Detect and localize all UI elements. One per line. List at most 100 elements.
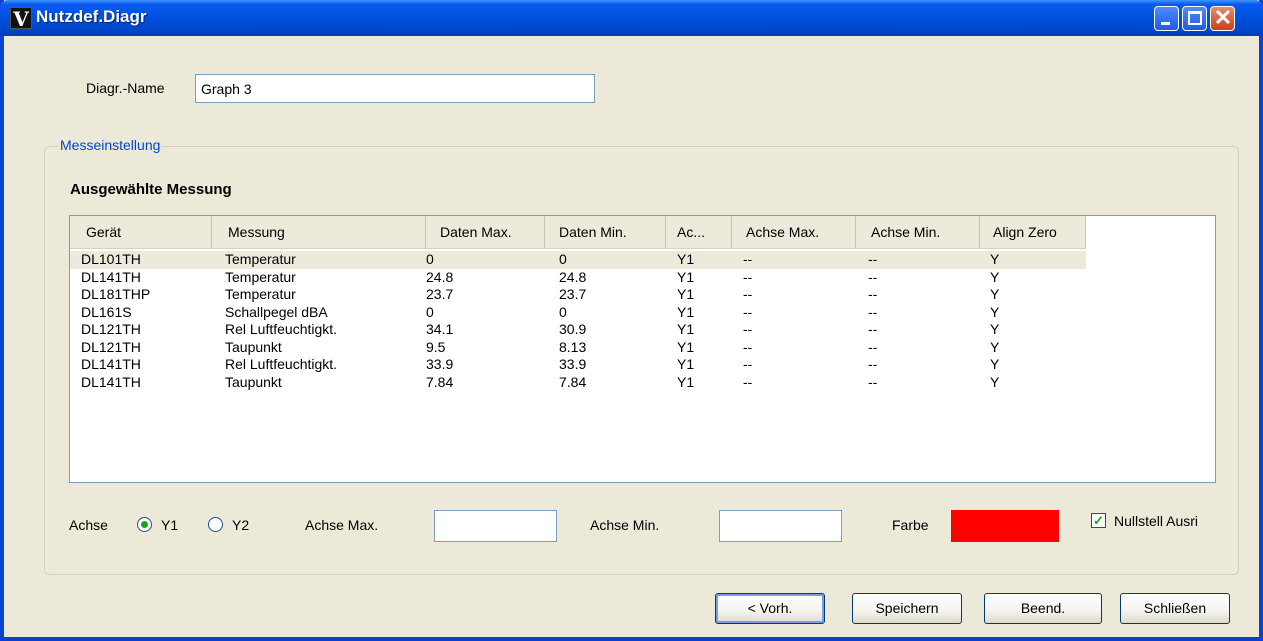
title-bar[interactable]: V Nutzdef.Diagr ✕ [0,0,1263,36]
previous-button[interactable]: < Vorh. [715,593,825,624]
column-header-device[interactable]: Gerät [70,216,212,248]
finish-button[interactable]: Beend. [984,593,1102,624]
table-row[interactable]: DL121TH Rel Luftfeuchtigkt. 34.1 30.9 Y1 -- --… [70,321,1215,339]
cell-measurement: Temperatur [225,251,296,267]
table-row[interactable]: DL121TH Taupunkt 9.5 8.13 Y1 -- -- Y [70,338,1215,357]
column-header-axis[interactable]: Ac... [666,216,732,248]
cell-data-max: 7.84 [426,373,454,390]
color-label: Farbe [892,517,929,533]
table-row[interactable]: DL161S Schallpegel dBA 0 0 Y1 -- -- Y [70,303,1215,322]
cell-align-zero: Y [990,338,1000,355]
cell-axis-max: -- [743,268,753,285]
cell-axis-max: -- [743,251,753,267]
cell-device: DL101TH [81,251,141,267]
cell-axis: Y1 [677,286,695,302]
cell-align-zero: Y [990,356,1000,372]
cell-measurement: Rel Luftfeuchtigkt. [225,321,338,337]
cell-device: DL141TH [81,373,141,390]
cell-data-min: 23.7 [559,286,587,302]
axis-y1-label[interactable]: Y1 [161,517,178,533]
cell-measurement: Taupunkt [225,373,282,390]
cell-axis: Y1 [677,356,695,372]
diagram-name-label: Diagr.-Name [86,80,165,96]
cell-device: DL161S [81,303,132,320]
align-zero-checkbox[interactable]: ✓ [1091,513,1106,528]
checkmark-icon: ✓ [1093,513,1104,528]
column-header-axis-max[interactable]: Achse Max. [732,216,856,248]
cell-axis-max: -- [743,303,753,320]
cell-axis: Y1 [677,338,695,355]
cell-axis: Y1 [677,373,695,390]
column-header-data-max[interactable]: Daten Max. [426,216,545,248]
cell-data-max: 33.9 [426,356,454,372]
cell-axis-max: -- [743,338,753,355]
color-swatch[interactable] [951,510,1059,542]
axis-y1-radio[interactable] [137,517,152,532]
cell-measurement: Temperatur [225,268,296,285]
minimize-icon [1161,22,1170,25]
cell-axis-max: -- [743,321,753,337]
table-row[interactable]: DL101TH Temperatur 0 0 Y1 -- -- Y [70,251,1086,269]
list-body: DL101TH Temperatur 0 0 Y1 -- -- Y DL141TH Tempera… [70,251,1215,392]
column-header-align-zero[interactable]: Align Zero [980,216,1086,248]
cell-data-max: 0 [426,303,434,320]
axis-y2-label[interactable]: Y2 [232,517,249,533]
cell-data-min: 8.13 [559,338,587,355]
measurement-list[interactable]: Gerät Messung Daten Max. Daten Min. Ac..… [69,215,1216,483]
cell-axis-min: -- [868,286,878,302]
cell-data-max: 9.5 [426,338,446,355]
cell-axis-min: -- [868,356,878,372]
cell-axis-min: -- [868,321,878,337]
cell-data-max: 34.1 [426,321,454,337]
axis-max-input[interactable] [434,510,557,542]
axis-min-input[interactable] [719,510,842,542]
window-title: Nutzdef.Diagr [36,7,147,26]
cell-axis: Y1 [677,251,695,267]
list-header: Gerät Messung Daten Max. Daten Min. Ac..… [70,216,1086,249]
table-row[interactable]: DL141TH Rel Luftfeuchtigkt. 33.9 33.9 Y1 -- --… [70,356,1215,374]
close-icon: ✕ [1213,5,1233,30]
cell-align-zero: Y [990,303,1000,320]
maximize-icon [1188,11,1202,25]
app-logo-icon: V [10,7,32,30]
cell-axis-min: -- [868,373,878,390]
column-header-measurement[interactable]: Messung [212,216,426,248]
cell-data-min: 7.84 [559,373,587,390]
maximize-button[interactable] [1182,6,1207,31]
diagram-name-input[interactable] [195,74,595,103]
cell-data-max: 0 [426,251,434,267]
cell-align-zero: Y [990,251,1000,267]
cell-measurement: Taupunkt [225,338,282,355]
axis-min-label: Achse Min. [590,517,660,533]
cell-axis-max: -- [743,286,753,302]
cell-device: DL121TH [81,321,141,337]
close-window-button[interactable]: ✕ [1210,6,1235,31]
table-row[interactable]: DL181THP Temperatur 23.7 23.7 Y1 -- -- Y [70,286,1215,304]
cell-axis: Y1 [677,321,695,337]
cell-device: DL141TH [81,356,141,372]
cell-device: DL141TH [81,268,141,285]
column-header-axis-min[interactable]: Achse Min. [856,216,980,248]
minimize-button[interactable] [1154,6,1179,31]
cell-data-min: 30.9 [559,321,587,337]
cell-axis-min: -- [868,303,878,320]
cell-axis-max: -- [743,356,753,372]
cell-data-min: 24.8 [559,268,587,285]
axis-max-label: Achse Max. [305,517,379,533]
table-row[interactable]: DL141TH Taupunkt 7.84 7.84 Y1 -- -- Y [70,373,1215,392]
save-button[interactable]: Speichern [852,593,962,624]
table-row[interactable]: DL141TH Temperatur 24.8 24.8 Y1 -- -- Y [70,268,1215,287]
column-header-data-min[interactable]: Daten Min. [545,216,666,248]
cell-data-min: 0 [559,251,567,267]
close-button[interactable]: Schließen [1120,593,1230,624]
cell-data-max: 24.8 [426,268,454,285]
cell-measurement: Rel Luftfeuchtigkt. [225,356,338,372]
cell-measurement: Schallpegel dBA [225,303,328,320]
cell-axis-min: -- [868,338,878,355]
cell-axis: Y1 [677,268,695,285]
align-zero-label[interactable]: Nullstell Ausri [1114,513,1198,529]
axis-y2-radio[interactable] [208,517,223,532]
cell-align-zero: Y [990,268,1000,285]
cell-axis-max: -- [743,373,753,390]
cell-axis-min: -- [868,251,878,267]
